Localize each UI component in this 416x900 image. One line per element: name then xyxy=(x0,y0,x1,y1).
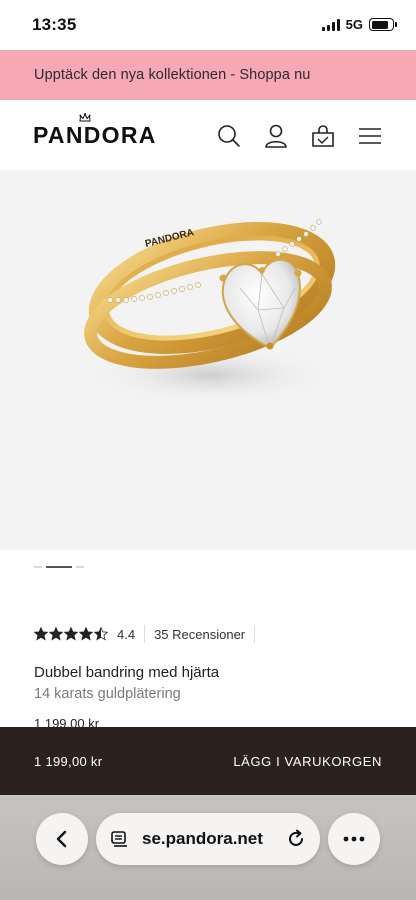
network-type: 5G xyxy=(345,17,363,32)
add-to-cart-button[interactable]: LÄGG I VARUKORGEN xyxy=(233,754,382,769)
page-menu-icon[interactable] xyxy=(110,829,130,849)
promo-banner[interactable]: Upptäck den nya kollektionen - Shoppa nu xyxy=(0,50,416,100)
site-header: PANDORA xyxy=(0,100,416,170)
gallery-dot[interactable] xyxy=(76,566,84,568)
product-name: Dubbel bandring med hjärta xyxy=(34,664,220,681)
star-icon xyxy=(94,627,108,641)
divider xyxy=(254,625,256,643)
divider xyxy=(144,625,146,643)
chevron-left-icon xyxy=(56,830,67,848)
ring-image: PANDORA xyxy=(84,219,336,405)
more-button[interactable] xyxy=(328,813,380,865)
reviews-link[interactable]: 35 Recensioner xyxy=(154,627,245,642)
rating-value: 4.4 xyxy=(117,626,136,642)
cart-bar-price: 1 199,00 kr xyxy=(34,753,103,769)
back-button[interactable] xyxy=(36,813,88,865)
browser-toolbar: se.pandora.net xyxy=(0,795,416,900)
account-icon[interactable] xyxy=(263,123,289,149)
star-icon xyxy=(79,627,93,641)
signal-icon xyxy=(321,18,340,31)
url-text[interactable]: se.pandora.net xyxy=(142,829,286,849)
pandora-logo[interactable]: PANDORA xyxy=(33,122,157,149)
rating-stars xyxy=(34,627,108,641)
more-dots-icon xyxy=(343,836,365,842)
address-bar[interactable]: se.pandora.net xyxy=(96,813,320,865)
status-time: 13:35 xyxy=(32,15,77,34)
add-to-cart-bar: 1 199,00 kr LÄGG I VARUKORGEN xyxy=(0,727,416,795)
star-icon xyxy=(64,627,78,641)
reload-icon[interactable] xyxy=(286,829,306,849)
search-icon[interactable] xyxy=(216,123,242,149)
star-icon xyxy=(34,627,48,641)
crown-icon xyxy=(79,113,91,122)
gallery-dot-active[interactable] xyxy=(46,566,72,568)
status-bar: 13:35 5G xyxy=(0,0,416,50)
menu-icon[interactable] xyxy=(357,123,383,149)
product-image-gallery[interactable]: PANDORA xyxy=(0,170,416,550)
battery-icon xyxy=(369,18,397,31)
product-rating[interactable]: 4.4 35 Recensioner xyxy=(34,625,256,643)
gallery-pagination[interactable] xyxy=(34,566,84,568)
star-icon xyxy=(49,627,63,641)
bag-icon[interactable] xyxy=(310,123,336,149)
gallery-dot[interactable] xyxy=(34,566,42,568)
product-material: 14 karats guldplätering xyxy=(34,686,181,702)
status-indicators: 5G xyxy=(321,17,397,32)
promo-text[interactable]: Upptäck den nya kollektionen - Shoppa nu xyxy=(34,67,310,83)
